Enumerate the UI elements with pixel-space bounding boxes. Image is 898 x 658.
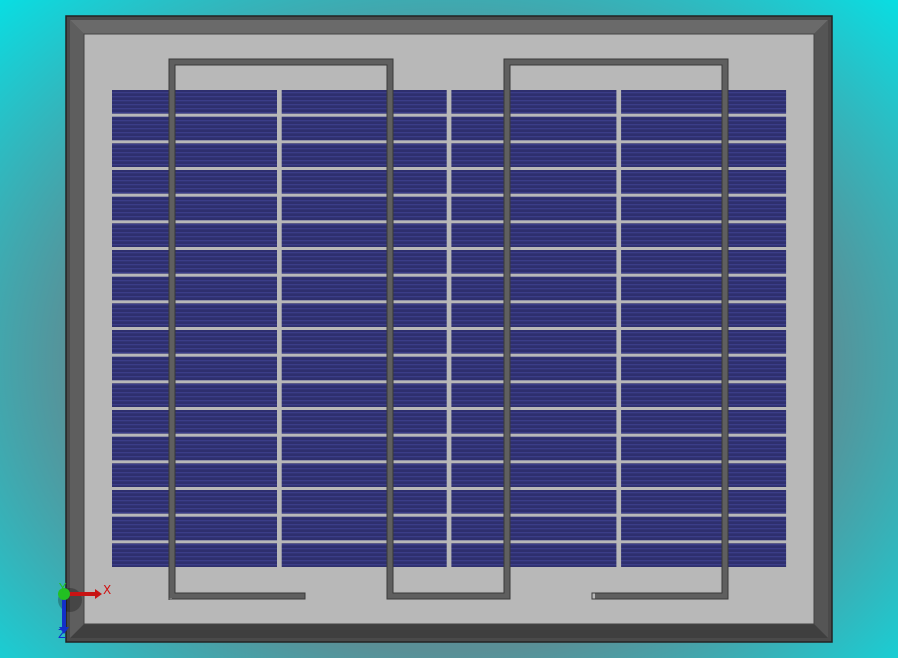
solar-cell xyxy=(451,196,617,221)
solar-cell xyxy=(621,543,787,567)
solar-cell xyxy=(112,196,277,221)
solar-cell xyxy=(451,170,617,194)
solar-cell xyxy=(621,516,787,541)
solar-cell xyxy=(112,90,277,114)
solar-cell xyxy=(451,383,617,407)
solar-cell xyxy=(621,143,787,167)
solar-cell xyxy=(112,303,277,327)
solar-cell xyxy=(621,90,787,114)
solar-cell xyxy=(112,516,277,541)
solar-cell xyxy=(112,463,277,487)
solar-cell xyxy=(281,356,447,381)
solar-cell xyxy=(621,463,787,487)
solar-cell xyxy=(112,490,277,514)
solar-cell xyxy=(621,436,787,461)
solar-cell xyxy=(112,170,277,194)
solar-cell xyxy=(451,410,617,434)
solar-cell xyxy=(451,463,617,487)
solar-cell xyxy=(112,116,277,141)
solar-cell xyxy=(112,410,277,434)
solar-cell xyxy=(112,276,277,301)
solar-cell xyxy=(451,143,617,167)
solar-cell xyxy=(451,543,617,567)
solar-cell xyxy=(451,250,617,274)
solar-cell xyxy=(451,90,617,114)
solar-cell xyxy=(281,196,447,221)
solar-cell xyxy=(451,490,617,514)
solar-cell xyxy=(621,223,787,247)
solar-cell xyxy=(281,170,447,194)
solar-cell xyxy=(281,250,447,274)
solar-cell xyxy=(451,116,617,141)
solar-cell xyxy=(112,543,277,567)
frame-bevel-left xyxy=(70,20,84,638)
solar-cell xyxy=(281,383,447,407)
solar-cell xyxy=(281,276,447,301)
solar-cell xyxy=(621,330,787,354)
solar-cell xyxy=(451,436,617,461)
solar-cell xyxy=(621,250,787,274)
x-axis-label: X xyxy=(103,583,111,597)
solar-cell xyxy=(621,356,787,381)
solar-cell xyxy=(281,463,447,487)
solar-cell xyxy=(621,276,787,301)
frame-bevel-top xyxy=(70,20,828,34)
solar-cell xyxy=(112,143,277,167)
solar-cell xyxy=(621,116,787,141)
solar-cell xyxy=(281,543,447,567)
solar-cell xyxy=(112,330,277,354)
frame-bevel-bottom xyxy=(70,624,828,638)
solar-cell xyxy=(451,276,617,301)
solar-cell xyxy=(281,436,447,461)
solar-cell xyxy=(451,330,617,354)
frame-bevel-right xyxy=(814,20,828,638)
solar-cell xyxy=(112,356,277,381)
solar-cell xyxy=(621,410,787,434)
solar-cell xyxy=(621,303,787,327)
solar-cell xyxy=(281,223,447,247)
solar-cell xyxy=(621,170,787,194)
solar-cell xyxy=(112,383,277,407)
solar-cell xyxy=(281,116,447,141)
solar-cell xyxy=(621,490,787,514)
solar-cell xyxy=(281,303,447,327)
solar-cell xyxy=(281,330,447,354)
solar-cell xyxy=(621,383,787,407)
solar-cell xyxy=(112,223,277,247)
y-axis-label: Y xyxy=(58,581,67,595)
z-axis-label: Z xyxy=(58,627,66,641)
solar-cell xyxy=(621,196,787,221)
solar-cell xyxy=(451,516,617,541)
cad-viewport[interactable]: X Y Z xyxy=(0,0,898,658)
solar-cell xyxy=(281,410,447,434)
solar-cell xyxy=(281,490,447,514)
solar-cell xyxy=(281,90,447,114)
solar-cell xyxy=(112,436,277,461)
solar-cell xyxy=(281,516,447,541)
solar-cell xyxy=(281,143,447,167)
solar-cell xyxy=(451,356,617,381)
solar-cell xyxy=(451,303,617,327)
solar-cell xyxy=(112,250,277,274)
solar-cell xyxy=(451,223,617,247)
